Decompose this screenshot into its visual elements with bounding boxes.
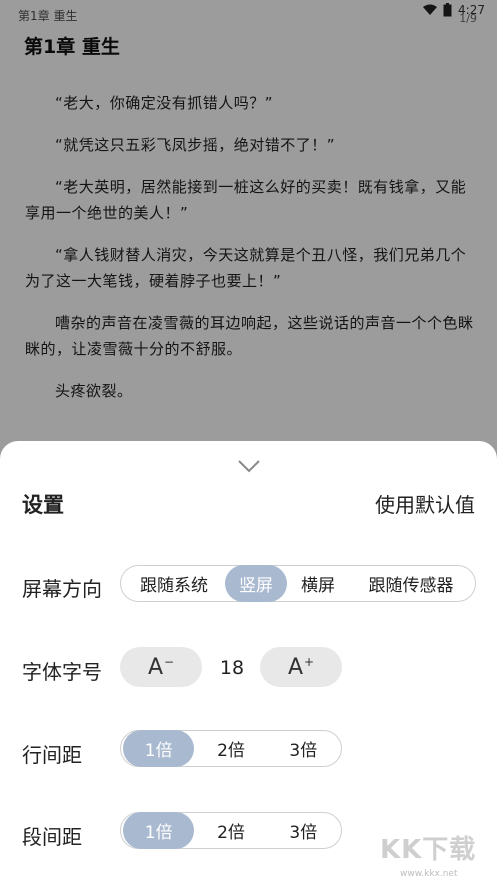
watermark-logo: KK下载 [380,835,477,865]
watermark-url: www.kkx.net [400,869,458,879]
font-increase-letter: A [287,654,303,680]
font-size-label: 字体字号 [22,660,102,684]
orientation-selector: 跟随系统 竖屏 横屏 跟随传感器 [120,565,476,602]
orientation-label: 屏幕方向 [22,577,102,601]
chevron-down-icon[interactable] [237,459,261,473]
font-decrease-letter: A [147,654,163,680]
font-increase-mark: + [304,655,315,669]
font-decrease-button[interactable]: A − [120,647,202,687]
settings-title: 设置 [22,493,64,517]
line-spacing-label: 行间距 [22,743,82,767]
line-spacing-option-2x[interactable]: 2倍 [194,730,267,767]
line-spacing-option-3x[interactable]: 3倍 [268,730,339,767]
line-spacing-option-1x[interactable]: 1倍 [123,730,195,767]
line-spacing-selector: 1倍 2倍 3倍 [120,730,342,767]
font-size-value: 18 [219,657,245,679]
orientation-option-landscape[interactable]: 横屏 [287,565,349,602]
font-increase-button[interactable]: A + [260,647,342,687]
paragraph-spacing-option-3x[interactable]: 3倍 [268,812,339,849]
orientation-option-portrait[interactable]: 竖屏 [225,565,287,602]
paragraph-spacing-option-1x[interactable]: 1倍 [123,812,195,849]
font-decrease-mark: − [164,655,175,669]
paragraph-spacing-selector: 1倍 2倍 3倍 [120,812,342,849]
paragraph-spacing-label: 段间距 [22,825,82,849]
reset-defaults-button[interactable]: 使用默认值 [375,489,475,518]
paragraph-spacing-option-2x[interactable]: 2倍 [194,812,267,849]
orientation-option-system[interactable]: 跟随系统 [123,565,225,602]
settings-sheet: 设置 使用默认值 屏幕方向 跟随系统 竖屏 横屏 跟随传感器 字体字号 A − 1… [0,441,497,883]
orientation-option-sensor[interactable]: 跟随传感器 [349,565,473,602]
